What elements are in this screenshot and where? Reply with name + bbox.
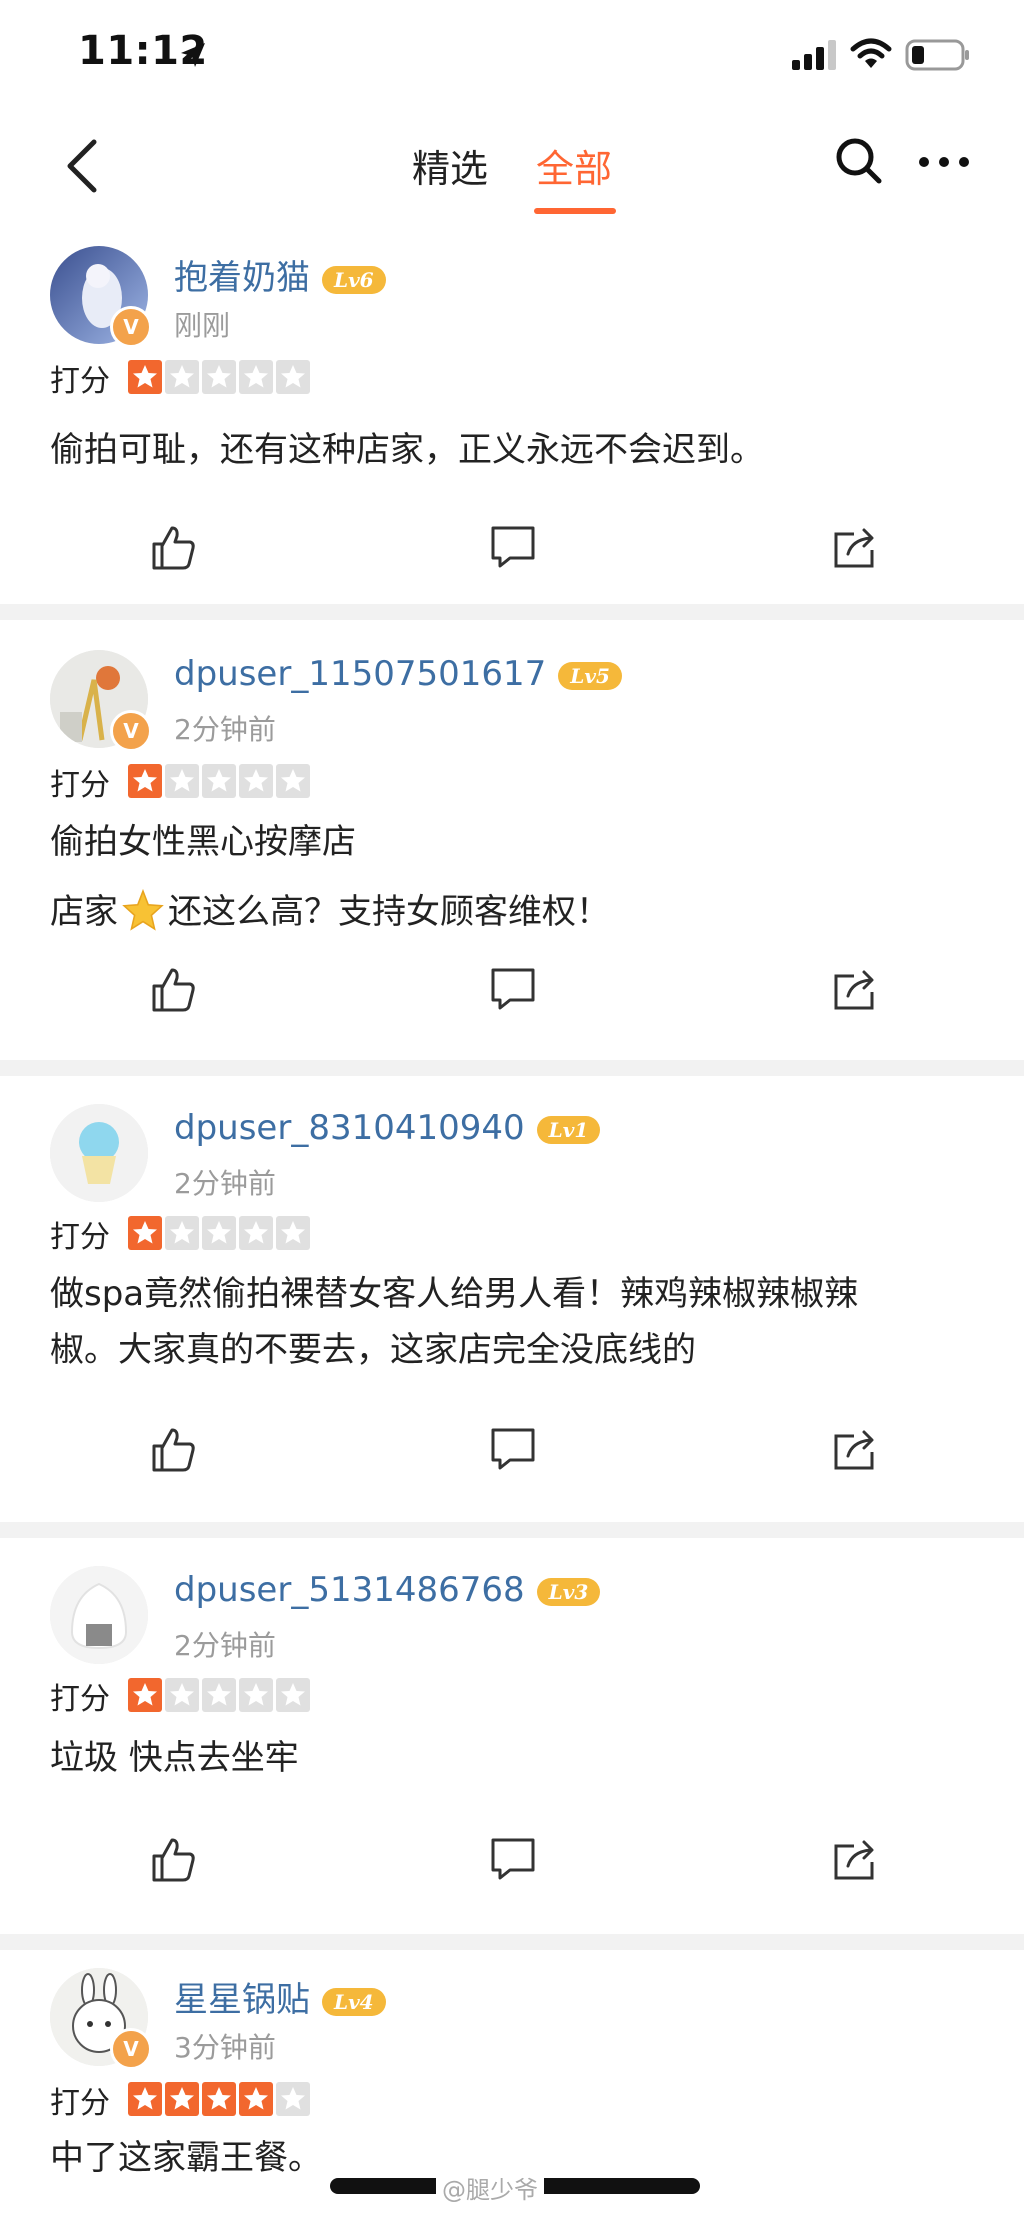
comment-icon[interactable] bbox=[488, 1424, 538, 1474]
star-empty-icon bbox=[202, 764, 236, 798]
star-empty-icon bbox=[276, 764, 310, 798]
like-icon[interactable] bbox=[148, 1834, 198, 1884]
review-timestamp: 2分钟前 bbox=[174, 1167, 276, 1200]
review-card: dpuser_5131486768 Lv3 2分钟前 打分 垃圾 快点去坐牢 bbox=[0, 1538, 1024, 1934]
star-emoji-icon bbox=[122, 888, 164, 931]
star-filled-icon bbox=[165, 2082, 199, 2116]
divider bbox=[0, 1934, 1024, 1950]
share-icon[interactable] bbox=[830, 964, 880, 1014]
star-empty-icon bbox=[239, 1216, 273, 1250]
level-badge: Lv6 bbox=[322, 265, 386, 294]
active-tab-indicator bbox=[534, 208, 616, 214]
tab-all[interactable]: 全部 bbox=[536, 138, 612, 193]
review-username[interactable]: 抱着奶猫 Lv6 bbox=[174, 250, 386, 299]
review-actions bbox=[0, 964, 1024, 1024]
star-empty-icon bbox=[276, 1678, 310, 1712]
share-icon[interactable] bbox=[830, 1834, 880, 1884]
wifi-icon bbox=[850, 38, 892, 68]
review-content: 偷拍女性黑心按摩店 店家 还这么高？支持女顾客维权！ bbox=[50, 822, 610, 932]
comment-icon[interactable] bbox=[488, 522, 538, 572]
star-filled-icon bbox=[128, 2082, 162, 2116]
verified-badge: V bbox=[110, 2028, 152, 2070]
review-feed: V 抱着奶猫 Lv6 刚刚 打分 偷拍可耻，还有这种店家，正义永远不会迟到。 V … bbox=[0, 230, 1024, 2190]
top-navigation-bar: 精选 全部 bbox=[0, 110, 1024, 230]
level-badge: Lv5 bbox=[558, 661, 622, 690]
star-empty-icon bbox=[202, 1678, 236, 1712]
star-filled-icon bbox=[202, 2082, 236, 2116]
star-filled-icon bbox=[128, 360, 162, 394]
divider bbox=[0, 604, 1024, 620]
like-icon[interactable] bbox=[148, 964, 198, 1014]
avatar[interactable] bbox=[50, 1566, 148, 1664]
verified-badge: V bbox=[110, 306, 152, 348]
like-icon[interactable] bbox=[148, 1424, 198, 1474]
share-icon[interactable] bbox=[830, 1424, 880, 1474]
rating-label: 打分 bbox=[50, 364, 110, 399]
star-empty-icon bbox=[239, 360, 273, 394]
review-timestamp: 2分钟前 bbox=[174, 1629, 276, 1662]
review-timestamp: 2分钟前 bbox=[174, 713, 276, 746]
review-username[interactable]: dpuser_8310410940 Lv1 bbox=[174, 1108, 601, 1148]
star-filled-icon bbox=[128, 1216, 162, 1250]
review-username[interactable]: dpuser_5131486768 Lv3 bbox=[174, 1570, 601, 1610]
rating-label: 打分 bbox=[50, 768, 110, 803]
review-card: V 星星锅贴 Lv4 3分钟前 打分 中了这家霸王餐。 bbox=[0, 1950, 1024, 2190]
verified-badge: V bbox=[110, 710, 152, 752]
avatar[interactable] bbox=[50, 1104, 148, 1202]
rating-label: 打分 bbox=[50, 1682, 110, 1717]
star-empty-icon bbox=[239, 1678, 273, 1712]
review-card: V dpuser_11507501617 Lv5 2分钟前 打分 偷拍女性黑心按摩… bbox=[0, 620, 1024, 1060]
back-arrow-icon[interactable] bbox=[62, 136, 102, 196]
review-username[interactable]: 星星锅贴 Lv4 bbox=[174, 1972, 386, 2021]
review-content: 做spa竟然偷拍裸替女客人给男人看！辣鸡辣椒辣椒辣 椒。大家真的不要去，这家店完… bbox=[50, 1274, 859, 1370]
tab-featured[interactable]: 精选 bbox=[412, 138, 488, 193]
star-empty-icon bbox=[239, 764, 273, 798]
search-icon[interactable] bbox=[834, 136, 884, 186]
review-username[interactable]: dpuser_11507501617 Lv5 bbox=[174, 654, 622, 694]
star-filled-icon bbox=[128, 764, 162, 798]
star-empty-icon bbox=[276, 2082, 310, 2116]
level-badge: Lv1 bbox=[536, 1115, 601, 1144]
star-filled-icon bbox=[239, 2082, 273, 2116]
level-badge: Lv4 bbox=[322, 1987, 386, 2016]
star-empty-icon bbox=[165, 360, 199, 394]
share-icon[interactable] bbox=[830, 522, 880, 572]
rating-label: 打分 bbox=[50, 1220, 110, 1255]
review-card: V 抱着奶猫 Lv6 刚刚 打分 偷拍可耻，还有这种店家，正义永远不会迟到。 bbox=[0, 230, 1024, 604]
star-empty-icon bbox=[276, 1216, 310, 1250]
location-arrow-icon bbox=[181, 43, 205, 67]
star-empty-icon bbox=[202, 1216, 236, 1250]
star-empty-icon bbox=[165, 764, 199, 798]
comment-icon[interactable] bbox=[488, 1834, 538, 1884]
star-empty-icon bbox=[202, 360, 236, 394]
level-badge: Lv3 bbox=[536, 1577, 601, 1606]
review-card: dpuser_8310410940 Lv1 2分钟前 打分 做spa竟然偷拍裸替女… bbox=[0, 1076, 1024, 1522]
like-icon[interactable] bbox=[148, 522, 198, 572]
review-content: 垃圾 快点去坐牢 bbox=[50, 1738, 299, 1778]
star-filled-icon bbox=[128, 1678, 162, 1712]
watermark-text: @腿少爷 bbox=[436, 2170, 544, 2205]
review-actions bbox=[0, 1834, 1024, 1894]
review-timestamp: 刚刚 bbox=[174, 309, 231, 342]
star-empty-icon bbox=[276, 360, 310, 394]
star-empty-icon bbox=[165, 1216, 199, 1250]
more-options-icon[interactable] bbox=[918, 152, 970, 172]
status-bar: 11:12 bbox=[0, 0, 1024, 110]
cellular-signal-icon bbox=[792, 40, 836, 70]
star-empty-icon bbox=[165, 1678, 199, 1712]
battery-icon bbox=[905, 39, 969, 71]
review-actions bbox=[0, 522, 1024, 582]
divider bbox=[0, 1060, 1024, 1076]
review-content: 偷拍可耻，还有这种店家，正义永远不会迟到。 bbox=[50, 430, 764, 470]
divider bbox=[0, 1522, 1024, 1538]
rating-label: 打分 bbox=[50, 2086, 110, 2121]
review-actions bbox=[0, 1424, 1024, 1484]
comment-icon[interactable] bbox=[488, 964, 538, 1014]
review-timestamp: 3分钟前 bbox=[174, 2031, 276, 2064]
